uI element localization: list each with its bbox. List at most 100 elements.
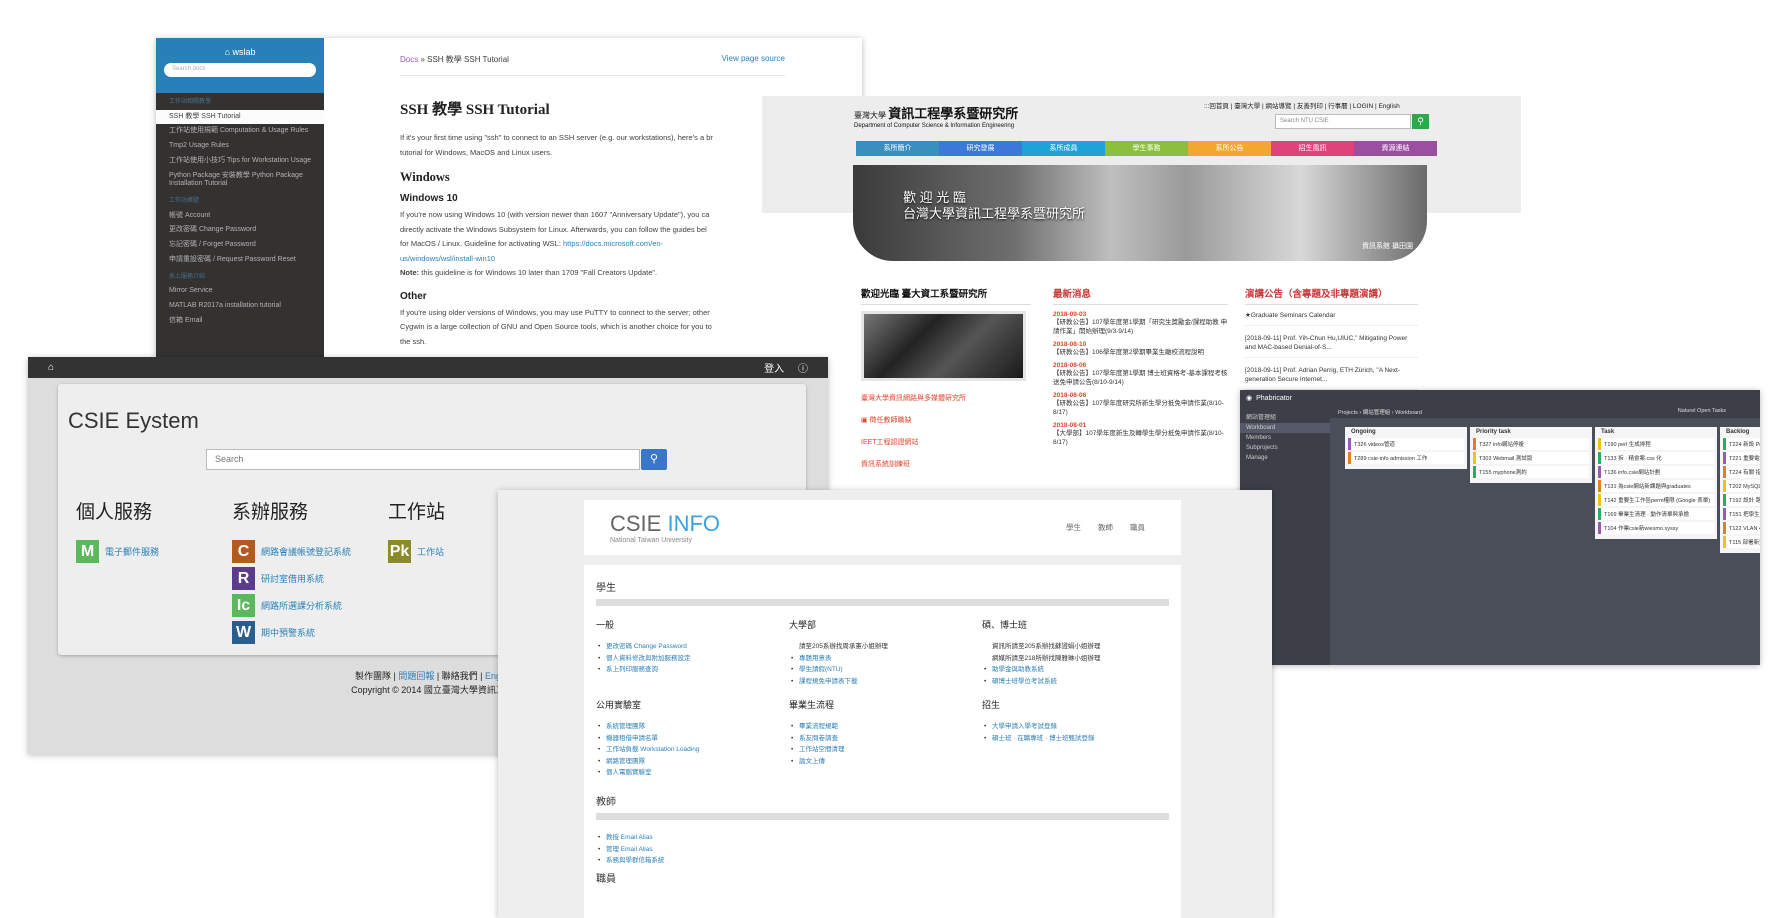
phab-side-item[interactable]: 網站管理組 xyxy=(1240,410,1330,423)
nav-item[interactable]: MATLAB R2017a installation tutorial xyxy=(156,299,324,314)
quick-link[interactable]: IEET工程認證網站 xyxy=(861,437,1031,447)
task-card[interactable]: T202 MySQL 重setlimit xyxy=(1723,480,1760,492)
ntu-search-input[interactable]: Search NTU CSIE xyxy=(1275,114,1411,129)
link-item[interactable]: 更改密碼 Change Password xyxy=(596,641,691,653)
ntu-search-button[interactable]: ⚲ xyxy=(1412,114,1429,129)
link-item[interactable]: 工作站負載 Workstation Loading xyxy=(596,744,699,756)
task-card[interactable]: T190 perl 生成排程 xyxy=(1598,438,1714,450)
service-item[interactable]: C 網路會議帳號登記系統 xyxy=(232,540,351,563)
link-item[interactable]: 網路管理團隊 xyxy=(596,756,699,768)
menu-item[interactable]: 系所公告 xyxy=(1188,141,1271,156)
service-item[interactable]: R 研討室借用系統 xyxy=(232,567,351,590)
wsl-guide-link-cont[interactable]: us/windows/wsl/install-win10 xyxy=(400,254,495,263)
phab-brand[interactable]: Phabricator xyxy=(1256,395,1292,402)
info-nav-item[interactable]: 職員 xyxy=(1130,522,1145,533)
wsl-guide-link[interactable]: https://docs.microsoft.com/en- xyxy=(563,239,663,248)
login-link[interactable]: 登入 xyxy=(764,364,784,375)
nav-item[interactable]: Tmp2 Usage Rules xyxy=(156,139,324,154)
task-card[interactable]: T104 作業csie新wiesmo.syssy xyxy=(1598,522,1714,534)
phabricator-logo-icon[interactable]: ◉ xyxy=(1246,394,1252,402)
service-link[interactable]: 期中預警系統 xyxy=(261,626,315,639)
link-item[interactable]: 專題用意表 xyxy=(789,653,888,665)
task-card[interactable]: T131 為csie網站新課題與graduates xyxy=(1598,480,1714,492)
talk-item[interactable]: ★Graduate Seminars Calendar xyxy=(1245,311,1418,326)
task-card[interactable]: T169 畢業生清理 · 動作清單與承擔 xyxy=(1598,508,1714,520)
news-item[interactable]: 【研教公告】107學年度第1學期 博士班資格考-基本課程考核送免申請公告(8/1… xyxy=(1053,369,1228,387)
nav-item[interactable]: 工作站使用規範 Computation & Usage Rules xyxy=(156,124,324,139)
docs-search-input[interactable]: Search docs xyxy=(164,63,316,77)
task-card[interactable]: T224 新設 Prof xyxy=(1723,438,1760,450)
task-card[interactable]: T221 重要電話提 xyxy=(1723,452,1760,464)
link-item[interactable]: 論文上傳 xyxy=(789,756,845,768)
task-card[interactable]: T142 重要生工作區perm權限 (Google 表單) xyxy=(1598,494,1714,506)
link-item[interactable]: 大學申請入學考試登錄 xyxy=(982,721,1095,733)
service-item[interactable]: Pk 工作站 xyxy=(388,540,445,563)
service-link[interactable]: 電子郵件服務 xyxy=(105,545,159,558)
service-item[interactable]: M 電子郵件服務 xyxy=(76,540,159,563)
link-item[interactable]: 學生請假(NTU) xyxy=(789,664,888,676)
task-card[interactable]: T192 設計 路管 xyxy=(1723,494,1760,506)
eystem-search-input[interactable]: Search xyxy=(206,449,640,470)
menu-item[interactable]: 學生事務 xyxy=(1105,141,1188,156)
task-card[interactable]: T136 info.csie網站計劃 xyxy=(1598,466,1714,478)
link-item[interactable]: 系友問卷調查 xyxy=(789,733,845,745)
task-card[interactable]: T115 部署新型計 xyxy=(1723,536,1760,548)
link-item[interactable]: 個人資料修改與附加服務設定 xyxy=(596,653,691,665)
phab-side-item[interactable]: Workboard xyxy=(1240,423,1330,433)
phab-side-item[interactable]: Members xyxy=(1240,433,1330,443)
top-links[interactable]: :::回首頁 | 臺灣大學 | 網站導覽 | 友善列印 | 行事曆 | LOGI… xyxy=(1204,100,1400,110)
task-card[interactable]: T303 Webmail 測試版 xyxy=(1473,452,1589,464)
wslab-home-link[interactable]: ⌂ wslab xyxy=(156,47,324,57)
task-card[interactable]: T151 把學生工作 Slack 上 xyxy=(1723,508,1760,520)
task-card[interactable]: T326 videos管道 xyxy=(1348,438,1464,450)
link-item[interactable]: 工作站空間清理 xyxy=(789,744,845,756)
link-item[interactable]: 教授 Email Alias xyxy=(596,832,665,844)
phab-side-item[interactable]: Subprojects xyxy=(1240,443,1330,453)
task-card[interactable]: T133 拆 · 精會案.css 化 xyxy=(1598,452,1714,464)
link-item[interactable]: 碩士班 · 在職專班 · 博士班甄試登錄 xyxy=(982,733,1095,745)
link-item[interactable]: 管理 Email Alias xyxy=(596,844,665,856)
home-icon[interactable]: ⌂ xyxy=(48,362,54,373)
view-page-source-link[interactable]: View page source xyxy=(722,54,785,65)
link-item[interactable]: 機器租借申請名單 xyxy=(596,733,699,745)
link-item[interactable]: 碩博士班學位考試系統 xyxy=(982,676,1100,688)
service-link[interactable]: 網路所選課分析系統 xyxy=(261,599,342,612)
quick-link[interactable]: 資訊系統訓練班 xyxy=(861,459,1031,469)
info-nav-item[interactable]: 教師 xyxy=(1098,522,1113,533)
news-item[interactable]: 【研教公告】106學年度第2學期畢業生離校流程說明 xyxy=(1053,348,1228,357)
quick-link[interactable]: 臺灣大學資訊網路與多媒體研究所 xyxy=(861,393,1031,403)
phab-side-item[interactable]: Manage xyxy=(1240,453,1330,463)
link-item[interactable]: 個人電腦實驗室 xyxy=(596,767,699,779)
footer-contact[interactable]: | 聯絡我們 | xyxy=(434,671,485,681)
nav-item[interactable]: Mirror Service xyxy=(156,284,324,299)
info-icon[interactable]: ⓘ xyxy=(798,364,808,375)
link-item[interactable]: 系務與學群信箱系統 xyxy=(596,855,665,867)
task-card[interactable]: T224 有關 指南 xyxy=(1723,466,1760,478)
news-item[interactable]: 【大學部】107學年度新生及轉學生學分抵免申請作業(8/10-8/17) xyxy=(1053,429,1228,447)
menu-item[interactable]: 招生風訊 xyxy=(1271,141,1354,156)
task-card[interactable]: T327 info網站停複 xyxy=(1473,438,1589,450)
service-link[interactable]: 網路會議帳號登記系統 xyxy=(261,545,351,558)
service-link[interactable]: 工作站 xyxy=(417,545,444,558)
service-item[interactable]: Ic 網路所選課分析系統 xyxy=(232,594,351,617)
service-item[interactable]: W 期中預警系統 xyxy=(232,621,351,644)
info-nav-item[interactable]: 學生 xyxy=(1066,522,1081,533)
phab-crumb-text[interactable]: Projects › 網站管理組 › Workboard xyxy=(1338,410,1422,416)
task-card[interactable]: T289 csie-info admission 工作 xyxy=(1348,452,1464,464)
news-item[interactable]: 【研教公告】107學年度第1學期「研究生獎勵金/課程助教 申請作業」開始辦理(9… xyxy=(1053,318,1228,336)
report-issue-link[interactable]: 問題回報 xyxy=(398,671,434,681)
news-item[interactable]: 【研教公告】107學年度研究所新生學分抵免申請作業(8/10-8/17) xyxy=(1053,399,1228,417)
service-link[interactable]: 研討室借用系統 xyxy=(261,572,324,585)
nav-item[interactable]: SSH 教學 SSH Tutorial xyxy=(156,109,324,125)
task-card[interactable]: T122 VLAN 42 制 xyxy=(1723,522,1760,534)
talk-item[interactable]: [2018-09-11] Prof. Adrian Perrig, ETH Zü… xyxy=(1245,366,1418,390)
breadcrumb-docs-link[interactable]: Docs xyxy=(400,55,418,64)
nav-item[interactable]: 工作站使用小技巧 Tips for Workstation Usage xyxy=(156,154,324,169)
eystem-search-button[interactable]: ⚲ xyxy=(641,449,667,470)
nav-item[interactable]: 忘記密碼 / Forget Password xyxy=(156,238,324,253)
ntu-logo[interactable]: 臺灣大學 資訊工程學系暨研究所 Department of Computer S… xyxy=(854,103,1018,129)
nav-item[interactable]: 信箱 Email xyxy=(156,314,324,329)
nav-item[interactable]: 更改密碼 Change Password xyxy=(156,223,324,238)
link-item[interactable]: 系上列印服務查詢 xyxy=(596,664,691,676)
menu-item[interactable]: 資源連結 xyxy=(1354,141,1437,156)
